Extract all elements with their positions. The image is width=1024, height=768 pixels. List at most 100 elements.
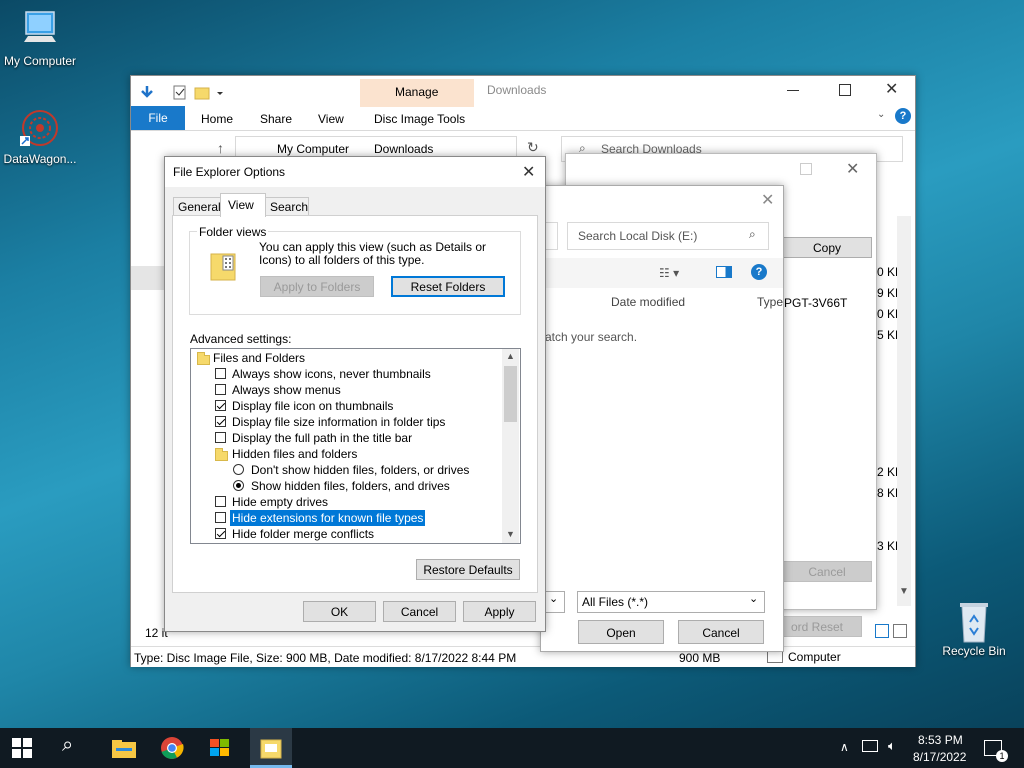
checkbox-display-file-icon[interactable] xyxy=(215,400,226,411)
tab-search-label: Search xyxy=(270,200,309,214)
tree-item-label[interactable]: Display file icon on thumbnails xyxy=(232,399,393,413)
tree-scroll-up-arrow[interactable]: ▲ xyxy=(506,351,515,361)
breadcrumb-my-computer[interactable]: My Computer xyxy=(277,142,349,156)
open-cancel-button[interactable]: Cancel xyxy=(678,620,764,644)
tab-home[interactable]: Home xyxy=(201,112,233,126)
filter-combo-left-chevron: ⌄ xyxy=(549,593,559,605)
status-size: 900 MB xyxy=(679,651,721,665)
checkbox-display-file-size[interactable] xyxy=(215,416,226,427)
side-cancel-button[interactable]: Cancel xyxy=(782,561,872,582)
checkbox-hide-folder-merge[interactable] xyxy=(215,528,226,539)
preview-pane-icon[interactable] xyxy=(716,266,732,278)
chrome-taskbar-icon[interactable] xyxy=(156,734,188,762)
minimize-icon[interactable] xyxy=(787,90,799,91)
folder-options-taskbar-icon[interactable] xyxy=(255,734,287,762)
scrollbar[interactable] xyxy=(897,216,911,606)
desktop-icon-recycle-bin[interactable]: Recycle Bin xyxy=(934,600,1014,658)
tree-scroll-down-arrow[interactable]: ▼ xyxy=(506,529,515,539)
recycle-bin-icon xyxy=(952,600,996,643)
advanced-settings-tree[interactable]: ▲ ▼ Files and Folders Always show icons,… xyxy=(190,348,521,544)
ok-button[interactable]: OK xyxy=(303,601,376,622)
quick-access-icons xyxy=(141,85,223,100)
tree-item-label[interactable]: Display file size information in folder … xyxy=(232,415,445,429)
filter-chevron-down-icon: ⌄ xyxy=(749,593,759,605)
dialog-close-icon[interactable]: ✕ xyxy=(522,162,535,182)
file-type-filter-value: All Files (*.*) xyxy=(582,595,649,609)
dialog-title: File Explorer Options xyxy=(173,165,286,179)
windows-flag-taskbar-icon[interactable] xyxy=(204,734,236,762)
checkbox-always-show-menus[interactable] xyxy=(215,384,226,395)
windows-logo-icon xyxy=(12,738,32,758)
details-view-icon[interactable] xyxy=(875,624,889,638)
open-button[interactable]: Open xyxy=(578,620,664,644)
tab-panel: Folder views You can apply this view (su… xyxy=(172,215,538,593)
ribbon-expand-icon[interactable]: ⌄ xyxy=(877,109,885,120)
column-date-modified[interactable]: Date modified xyxy=(611,295,685,309)
folder-icon xyxy=(197,352,210,365)
cancel-button[interactable]: Cancel xyxy=(383,601,456,622)
tree-item-label[interactable]: Hide empty drives xyxy=(232,495,328,509)
tray-chevron-up-icon[interactable]: ∧ xyxy=(840,740,849,754)
volume-icon[interactable]: 🔈︎ xyxy=(888,738,896,754)
desktop-icon-my-computer[interactable]: My Computer xyxy=(0,10,80,68)
file-explorer-taskbar-icon[interactable] xyxy=(108,734,140,762)
desktop-icon-label: Recycle Bin xyxy=(942,644,1006,658)
open-dialog-help-icon[interactable]: ? xyxy=(751,264,767,280)
status-computer: Computer xyxy=(788,650,841,664)
tree-item-label[interactable]: Don't show hidden files, folders, or dri… xyxy=(251,463,469,477)
refresh-icon[interactable]: ↻ xyxy=(527,139,539,156)
up-arrow-icon[interactable]: ↑ xyxy=(217,140,224,156)
start-button[interactable] xyxy=(12,738,32,761)
open-dialog-close-icon[interactable]: ✕ xyxy=(761,190,774,210)
open-file-dialog: ✕ Search Local Disk (E:) ⌕ ☷ ▾ ? Date mo… xyxy=(540,185,784,652)
folder-views-label: Folder views xyxy=(197,225,269,239)
network-icon[interactable] xyxy=(862,740,878,752)
tab-view[interactable]: View xyxy=(318,112,344,126)
tab-share[interactable]: Share xyxy=(260,112,292,126)
column-type[interactable]: Type xyxy=(757,295,783,309)
close-icon[interactable]: ✕ xyxy=(885,79,898,99)
tree-item-label[interactable]: Always show icons, never thumbnails xyxy=(232,367,431,381)
help-icon[interactable]: ? xyxy=(895,108,911,124)
radio-dont-show-hidden[interactable] xyxy=(233,464,244,475)
ribbon-divider xyxy=(131,130,915,131)
notification-badge: 1 xyxy=(996,750,1008,762)
tab-disc-image-tools[interactable]: Disc Image Tools xyxy=(374,112,465,126)
side-name: PGT-3V66T xyxy=(784,296,848,310)
large-icons-view-icon[interactable] xyxy=(893,624,907,638)
reset-folders-button[interactable]: Reset Folders xyxy=(391,276,505,297)
view-menu-icon[interactable]: ☷ ▾ xyxy=(659,266,679,280)
breadcrumb-downloads[interactable]: Downloads xyxy=(374,142,433,156)
bg-maximize-icon[interactable] xyxy=(800,163,812,175)
checkbox-hide-extensions[interactable] xyxy=(215,512,226,523)
restore-defaults-button[interactable]: Restore Defaults xyxy=(416,559,520,580)
checkbox-display-full-path[interactable] xyxy=(215,432,226,443)
side-reset-button[interactable]: ord Reset xyxy=(772,616,862,637)
scroll-down-arrow[interactable]: ▼ xyxy=(899,586,909,597)
taskbar-search-icon[interactable]: ⌕ xyxy=(62,734,73,757)
clock-time[interactable]: 8:53 PM xyxy=(918,733,963,747)
clock-date[interactable]: 8/17/2022 xyxy=(913,750,966,764)
radio-show-hidden[interactable] xyxy=(233,480,244,491)
tree-item-hidden-files: Hidden files and folders xyxy=(232,447,358,461)
apply-button[interactable]: Apply xyxy=(463,601,536,622)
tab-file[interactable]: File xyxy=(131,106,185,130)
apply-to-folders-button[interactable]: Apply to Folders xyxy=(260,276,374,297)
checkbox-always-show-icons[interactable] xyxy=(215,368,226,379)
tree-item-selected[interactable]: Hide extensions for known file types xyxy=(230,510,426,526)
tree-scroll-thumb[interactable] xyxy=(504,366,517,422)
bg-close-icon[interactable]: ✕ xyxy=(846,159,859,179)
tree-item-label[interactable]: Always show menus xyxy=(232,383,341,397)
manage-tab-label: Manage xyxy=(395,85,439,99)
nav-pane xyxy=(131,266,165,290)
maximize-icon[interactable] xyxy=(839,84,851,96)
copy-button[interactable]: Copy xyxy=(782,237,872,258)
tree-item-label[interactable]: Display the full path in the title bar xyxy=(232,431,412,445)
desktop-icon-datawagon[interactable]: DataWagon... xyxy=(0,108,80,166)
file-explorer-options-dialog: File Explorer Options ✕ General View Sea… xyxy=(164,156,546,632)
tree-item-label[interactable]: Show hidden files, folders, and drives xyxy=(251,479,450,493)
checkbox-hide-empty-drives[interactable] xyxy=(215,496,226,507)
computer-icon xyxy=(767,651,783,663)
tree-item-label[interactable]: Hide folder merge conflicts xyxy=(232,527,374,541)
desktop-icon-label: DataWagon... xyxy=(3,152,77,166)
